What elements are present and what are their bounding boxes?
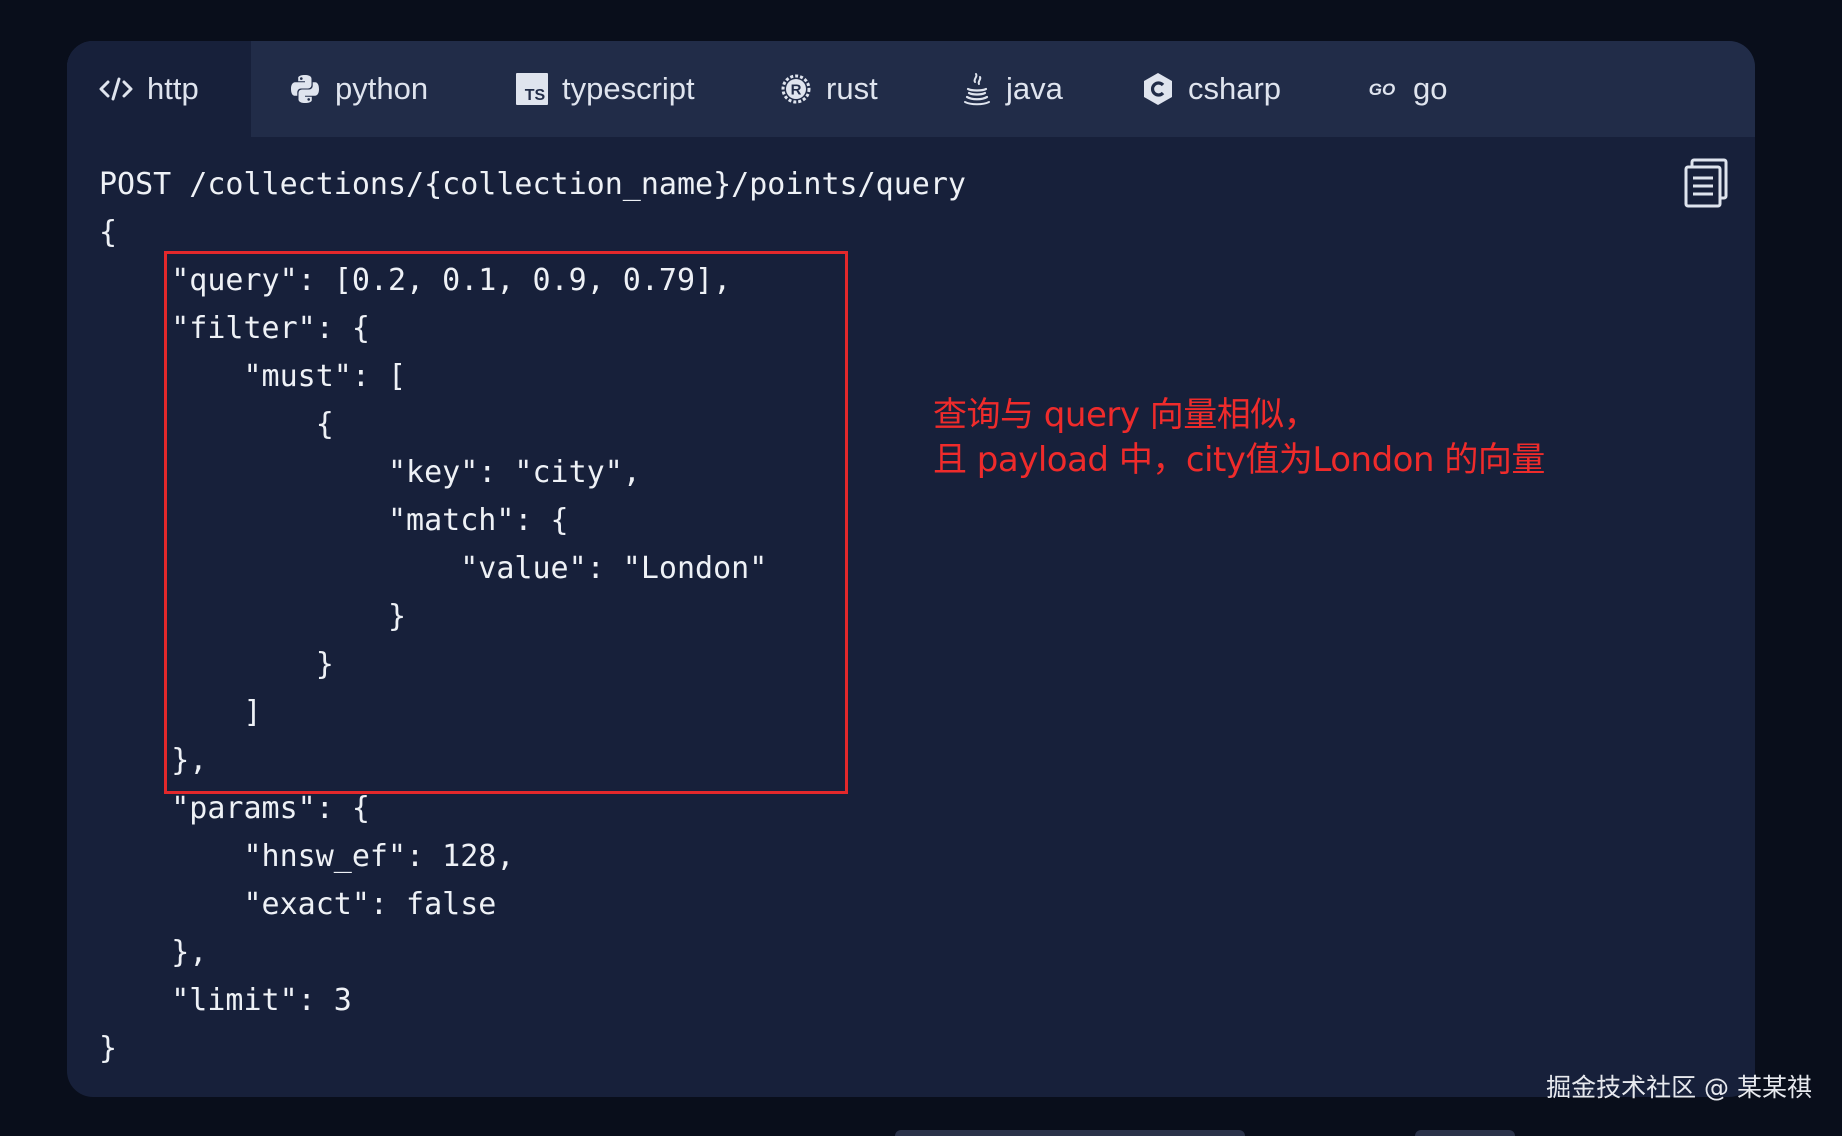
code-line: POST /collections/{collection_name}/poin…	[99, 167, 966, 202]
go-icon: GO	[1365, 79, 1399, 99]
tab-label: http	[147, 71, 199, 106]
tab-label: csharp	[1188, 71, 1282, 106]
code-line: {	[99, 215, 118, 250]
code-line: }	[99, 1031, 118, 1066]
python-icon	[289, 73, 321, 105]
scrollbar-decoration	[895, 1130, 1245, 1136]
typescript-icon: TS	[516, 73, 548, 105]
tab-csharp[interactable]: csharp	[1142, 41, 1281, 137]
svg-text:R: R	[791, 82, 802, 99]
tab-label: go	[1413, 71, 1448, 106]
annotation-line: 查询与 query 向量相似，	[933, 395, 1318, 435]
code-line: "hnsw_ef": 128,	[99, 839, 515, 874]
tab-label: java	[1006, 71, 1063, 106]
tab-go[interactable]: GO go	[1365, 41, 1448, 137]
tab-typescript[interactable]: TS typescript	[516, 41, 695, 137]
code-line: "limit": 3	[99, 983, 352, 1018]
tab-python[interactable]: python	[289, 41, 428, 137]
language-tab-bar: http python TS typescript R rust java cs…	[67, 41, 1755, 137]
csharp-icon	[1142, 72, 1174, 106]
highlight-box	[164, 251, 848, 794]
svg-text:GO: GO	[1369, 80, 1395, 99]
copy-icon	[1684, 158, 1728, 208]
tab-java[interactable]: java	[962, 41, 1063, 137]
java-icon	[962, 72, 992, 106]
svg-text:TS: TS	[525, 87, 546, 104]
annotation-line: 且 payload 中，city值为London 的向量	[933, 440, 1545, 480]
tab-label: typescript	[562, 71, 695, 106]
code-icon	[99, 76, 133, 102]
copy-button[interactable]	[1684, 158, 1730, 208]
scrollbar-decoration	[1415, 1130, 1515, 1136]
watermark: 掘金技术社区 @ 某某祺	[1546, 1073, 1812, 1102]
code-panel: http python TS typescript R rust java cs…	[67, 41, 1755, 1097]
tab-label: python	[335, 71, 429, 106]
code-line: },	[99, 935, 208, 970]
rust-icon: R	[780, 73, 812, 105]
tab-http[interactable]: http	[67, 41, 251, 137]
code-line: "exact": false	[99, 887, 497, 922]
annotation-text: 查询与 query 向量相似， 且 payload 中，city值为London…	[933, 393, 1545, 483]
tab-rust[interactable]: R rust	[780, 41, 878, 137]
tab-label: rust	[826, 71, 878, 106]
